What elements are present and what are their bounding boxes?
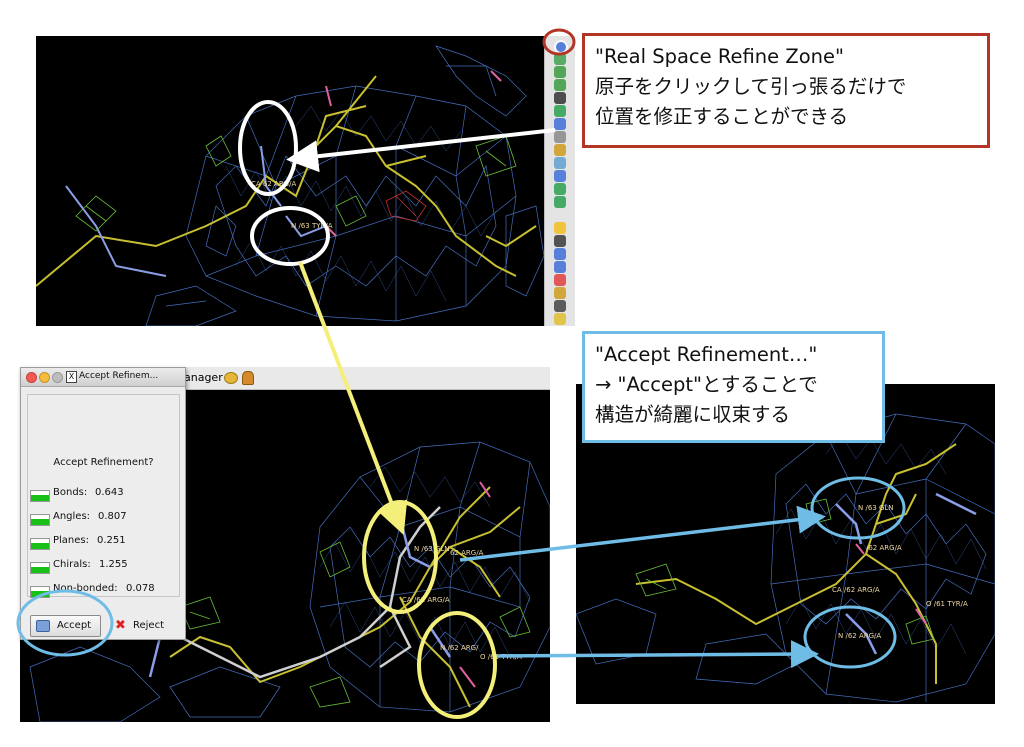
rotate-translate-icon[interactable] — [554, 53, 566, 65]
refinement-stat-row: Non-bonded: 0.078 — [30, 583, 178, 598]
refinement-stat-row: Planes: 0.251 — [30, 535, 178, 550]
callout-line: "Real Space Refine Zone" — [595, 45, 844, 68]
undo-icon[interactable] — [554, 287, 566, 299]
stat-label: Non-bonded: — [53, 583, 118, 594]
stat-value: 0.643 — [95, 487, 124, 498]
atom-label: CA 62 ARG/A — [251, 180, 296, 188]
atom-label: O /61 TYR/A — [926, 600, 968, 608]
atom-label: 62 ARG/A — [450, 549, 484, 557]
refine-icon[interactable] — [554, 144, 566, 156]
sidechain-icon[interactable] — [554, 105, 566, 117]
key-icon[interactable] — [224, 372, 238, 384]
x11-icon: X — [66, 371, 77, 383]
atom-label: CA /62 ARG/A — [832, 586, 880, 594]
delete-icon[interactable] — [554, 274, 566, 286]
refinement-stat-row: Chirals: 1.255 — [30, 559, 178, 574]
dialog-content: Accept Refinement? Bonds: 0.643 Angles: 0.8… — [27, 394, 180, 598]
stat-indicator — [30, 562, 50, 574]
viewer-top[interactable]: CA 62 ARG/A N /63 TYR/A — [36, 36, 544, 326]
mutate-icon[interactable] — [554, 235, 566, 247]
zoom-window-icon[interactable] — [52, 372, 63, 383]
dialog-titlebar[interactable]: X Accept Refinem... — [21, 368, 185, 387]
refine-toolbar — [544, 36, 575, 326]
water-icon[interactable] — [554, 183, 566, 195]
rigid-body-icon[interactable] — [554, 66, 566, 78]
atom-label: N /63 TYR/A — [291, 222, 333, 230]
callout-line: "Accept Refinement…" — [595, 343, 818, 366]
stat-label: Angles: — [53, 511, 91, 522]
callout-line: → "Accept"とすることで — [595, 373, 818, 396]
radiation-icon[interactable] — [554, 222, 566, 234]
stat-label: Chirals: — [53, 559, 91, 570]
accept-button[interactable]: Accept — [30, 615, 101, 637]
stat-value: 0.251 — [97, 535, 126, 546]
stat-label: Planes: — [53, 535, 90, 546]
callout-real-space-refine: "Real Space Refine Zone" 原子をクリックして引っ張るだけ… — [582, 33, 990, 148]
torsion-icon[interactable] — [554, 131, 566, 143]
stat-indicator — [30, 514, 50, 526]
real-space-refine-icon[interactable] — [554, 40, 568, 54]
accept-refinement-dialog: X Accept Refinem... Accept Refinement? B… — [20, 367, 186, 640]
add-terminal-icon[interactable] — [554, 261, 566, 273]
callout-line: 構造が綺麗に収束する — [595, 403, 791, 426]
atom-label: CA /62 ARG/A — [402, 596, 450, 604]
menubar-text: anager — [184, 371, 223, 384]
chiral-icon[interactable] — [554, 157, 566, 169]
accept-question: Accept Refinement? — [53, 457, 154, 468]
atom-label: /62 ARG/A — [866, 544, 902, 552]
reject-icon: ✖ — [115, 618, 126, 633]
atom-label: N /62 ARG/A — [838, 632, 881, 640]
atom-label: N /63 GLN — [858, 504, 894, 512]
lightbulb-icon[interactable] — [554, 313, 566, 325]
callout-line: 原子をクリックして引っ張るだけで — [595, 75, 907, 98]
window-menubar: anager — [184, 367, 550, 390]
add-atom-icon[interactable] — [554, 196, 566, 208]
pepflip-icon[interactable] — [554, 92, 566, 104]
stat-label: Bonds: — [53, 487, 88, 498]
stat-value: 1.255 — [99, 559, 128, 570]
accept-label: Accept — [57, 620, 92, 631]
rotamer-icon[interactable] — [554, 118, 566, 130]
callout-accept-refinement: "Accept Refinement…" → "Accept"とすることで 構造… — [582, 331, 885, 443]
stat-indicator — [30, 586, 50, 598]
users-icon[interactable] — [242, 371, 254, 385]
refinement-stat-row: Bonds: 0.643 — [30, 487, 178, 502]
trash-icon[interactable] — [554, 300, 566, 312]
dialog-title: Accept Refinem... — [79, 371, 159, 381]
regularize-icon[interactable] — [554, 79, 566, 91]
atom-label: N /62 ARG/ — [440, 644, 479, 652]
refinement-stat-row: Angles: 0.807 — [30, 511, 178, 526]
minimize-window-icon[interactable] — [39, 372, 50, 383]
stat-indicator — [30, 490, 50, 502]
reject-label: Reject — [133, 620, 165, 631]
stat-value: 0.807 — [98, 511, 127, 522]
callout-line: 位置を修正することができる — [595, 105, 849, 128]
blob-icon[interactable] — [554, 170, 566, 182]
close-window-icon[interactable] — [26, 372, 37, 383]
stat-value: 0.078 — [126, 583, 155, 594]
density-map-top: CA 62 ARG/A N /63 TYR/A — [36, 45, 544, 326]
reject-button[interactable]: ✖ Reject — [108, 615, 176, 637]
atom-label: N /63 GLN — [414, 545, 450, 553]
accept-icon — [36, 620, 50, 632]
stat-indicator — [30, 538, 50, 550]
atom-label: O /61 TYR/A — [480, 653, 522, 661]
auto-fit-icon[interactable] — [554, 248, 566, 260]
